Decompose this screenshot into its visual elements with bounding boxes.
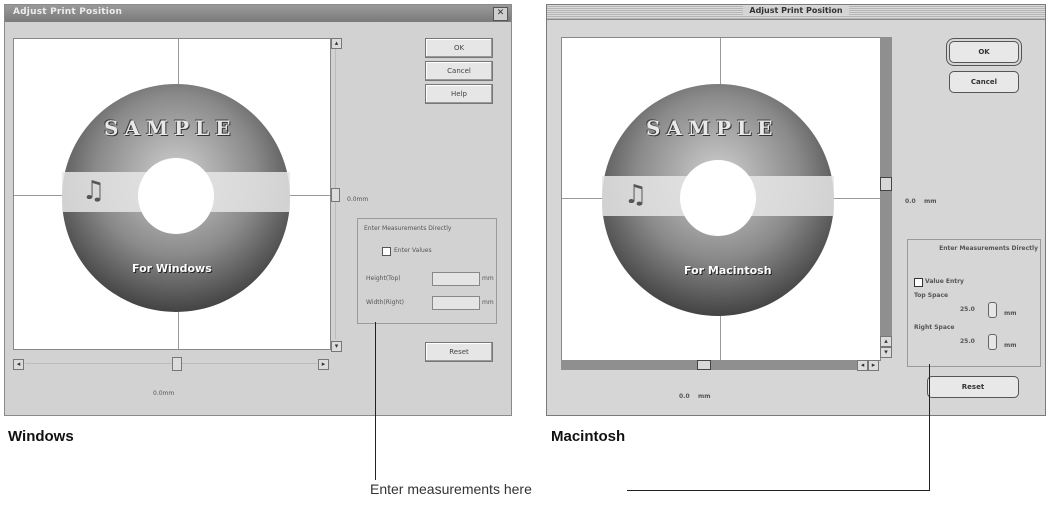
cd-os-label: For Windows [132,262,212,275]
mac-dialog-title: Adjust Print Position [743,6,849,15]
width-label: Width(Right) [366,299,404,306]
right-space-label: Right Space [914,324,955,331]
horizontal-scroll-track [25,363,317,364]
windows-caption: Windows [8,428,74,445]
scroll-right-arrow[interactable]: ▸ [868,360,879,371]
value-entry-label: Value Entry [925,278,964,285]
height-unit: mm [482,275,494,282]
mac-callout-line-vertical [929,364,930,491]
vertical-offset-value: 0.0 mm [905,198,937,205]
mac-title-bar: Adjust Print Position [547,5,1045,20]
vertical-scroll-track [880,37,892,345]
horizontal-offset-value: 0.0 mm [679,393,711,400]
horizontal-scroll-thumb[interactable] [697,360,711,370]
right-space-stepper[interactable] [988,334,997,350]
horizontal-offset-value: 0.0mm [153,390,175,397]
windows-print-preview: SAMPLE ♫ For Windows [13,38,331,350]
scroll-right-arrow[interactable]: ▸ [318,359,329,370]
windows-callout-line [375,322,376,480]
mac-print-preview: SAMPLE ♫ For Macintosh [561,37,881,361]
reset-button[interactable]: Reset [927,376,1019,398]
windows-title-bar: Adjust Print Position ✕ [5,5,511,22]
cd-center-hole [680,160,756,236]
vertical-value: 0.0 [905,198,916,205]
vertical-offset-value: 0.0mm [347,196,369,203]
scroll-up-arrow[interactable]: ▴ [331,38,342,49]
mac-measurement-group: Enter Measurements Directly Value Entry … [907,239,1041,367]
top-space-stepper[interactable] [988,302,997,318]
windows-measurement-group: Enter Measurements Directly Enter Values… [357,218,497,324]
group-title: Enter Measurements Directly [364,225,452,232]
top-space-unit: mm [1004,310,1017,317]
cd-os-label: For Macintosh [684,264,772,277]
mac-callout-line-horizontal [627,490,930,491]
music-note-icon: ♫ [82,176,106,206]
horizontal-value: 0.0 [679,393,690,400]
ok-button[interactable]: OK [949,41,1019,63]
cd-sample-text: SAMPLE [646,116,779,140]
right-space-value: 25.0 [960,338,975,345]
cd-sample-text: SAMPLE [104,116,237,140]
ok-button[interactable]: OK [425,38,493,58]
vertical-unit: mm [924,198,937,205]
width-input[interactable] [432,296,480,310]
vertical-scroll-thumb[interactable] [880,177,892,191]
width-unit: mm [482,299,494,306]
vertical-scroll-thumb[interactable] [331,188,340,202]
horizontal-scroll-thumb[interactable] [172,357,182,371]
cd-label-image: SAMPLE ♫ For Windows [62,84,290,312]
scroll-left-arrow[interactable]: ◂ [857,360,868,371]
group-title: Enter Measurements Directly [939,245,1038,252]
right-space-unit: mm [1004,342,1017,349]
reset-button[interactable]: Reset [425,342,493,362]
height-input[interactable] [432,272,480,286]
mac-caption: Macintosh [551,428,626,445]
scroll-up-arrow[interactable]: ▴ [880,336,892,347]
cd-center-hole [138,158,214,234]
cancel-button[interactable]: Cancel [425,61,493,81]
horizontal-unit: mm [698,393,711,400]
scroll-down-arrow[interactable]: ▾ [880,347,892,358]
callout-text: Enter measurements here [370,481,532,497]
top-space-value: 25.0 [960,306,975,313]
scroll-left-arrow[interactable]: ◂ [13,359,24,370]
help-button[interactable]: Help [425,84,493,104]
music-note-icon: ♫ [624,180,648,210]
enter-values-label: Enter Values [394,247,432,254]
cd-label-image: SAMPLE ♫ For Macintosh [602,84,834,316]
cancel-button[interactable]: Cancel [949,71,1019,93]
top-space-label: Top Space [914,292,949,299]
enter-values-checkbox[interactable] [382,247,391,256]
mac-dialog: Adjust Print Position SAMPLE ♫ For Macin… [546,4,1046,416]
close-icon[interactable]: ✕ [493,7,508,21]
windows-dialog: Adjust Print Position ✕ SAMPLE ♫ For Win… [4,4,512,416]
value-entry-checkbox[interactable] [914,278,923,287]
scroll-down-arrow[interactable]: ▾ [331,341,342,352]
height-label: Height(Top) [366,275,401,282]
windows-dialog-title: Adjust Print Position [13,7,123,17]
